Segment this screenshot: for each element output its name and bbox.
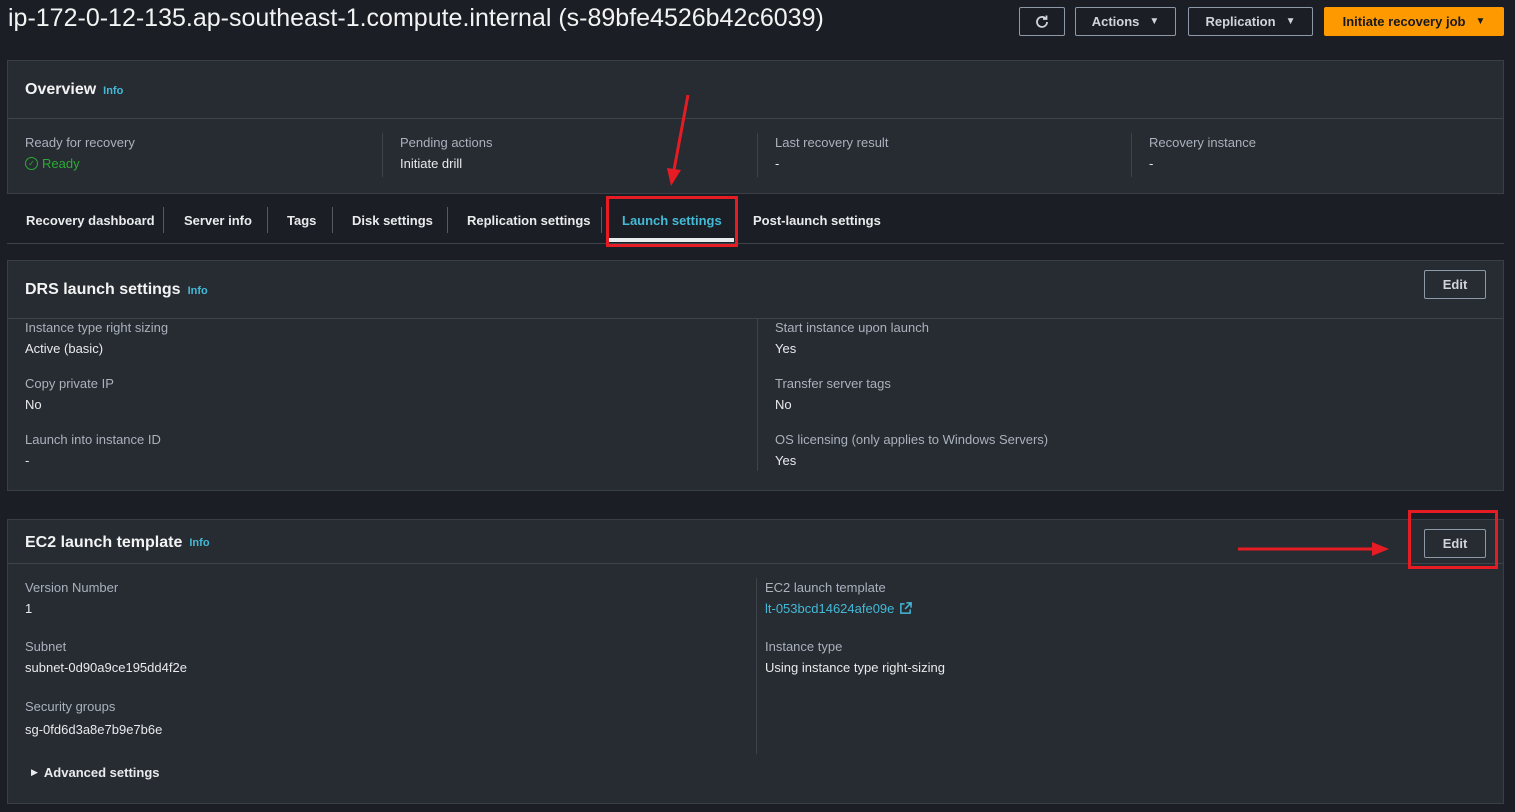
transfer-tags-value: No — [775, 397, 792, 412]
refresh-icon — [1036, 15, 1048, 28]
caret-down-icon: ▼ — [1285, 16, 1296, 27]
right-sizing-label: Instance type right sizing — [25, 320, 169, 335]
tab-replication-settings[interactable]: Replication settings — [467, 204, 591, 236]
check-circle-icon: ✓ — [25, 157, 38, 170]
tab-separator — [447, 207, 448, 233]
ec2-template-link[interactable]: lt-053bcd14624afe09e — [765, 601, 913, 616]
page-title: ip-172-0-12-135.ap-southeast-1.compute.i… — [8, 4, 824, 32]
tab-tags[interactable]: Tags — [287, 204, 316, 236]
pending-actions: Pending actions Initiate drill — [400, 135, 493, 171]
ec2-launch-template-panel: EC2 launch template Info Edit Version Nu… — [7, 519, 1504, 804]
subnet-label: Subnet — [25, 639, 67, 654]
transfer-tags-field: Transfer server tags No — [775, 376, 891, 412]
ec2-template-label: EC2 launch template — [765, 580, 886, 595]
edit-button-highlight-box — [1408, 510, 1498, 569]
start-instance-value: Yes — [775, 341, 797, 356]
actions-label: Actions — [1091, 14, 1140, 29]
tab-disk-settings[interactable]: Disk settings — [352, 204, 433, 236]
drs-launch-settings-panel: DRS launch settings Info Edit Instance t… — [7, 260, 1504, 491]
overview-panel: Overview Info Ready for recovery ✓ Ready… — [7, 60, 1504, 194]
divider — [757, 133, 758, 177]
ready-status-value: Ready — [42, 156, 80, 171]
version-field: Version Number 1 — [25, 580, 118, 616]
launch-into-instance-field: Launch into instance ID - — [25, 432, 161, 468]
tab-separator — [267, 207, 268, 233]
ec2-template-id: lt-053bcd14624afe09e — [765, 601, 895, 616]
launch-into-instance-label: Launch into instance ID — [25, 432, 161, 447]
os-licensing-value: Yes — [775, 453, 797, 468]
ec2-info-link[interactable]: Info — [189, 537, 209, 549]
ec2-template-field: EC2 launch template lt-053bcd14624afe09e — [765, 580, 913, 618]
recovery-instance-value: - — [1149, 156, 1154, 171]
version-label: Version Number — [25, 580, 119, 595]
replication-label: Replication — [1205, 14, 1276, 29]
ec2-title: EC2 launch template — [25, 533, 183, 551]
recovery-instance-label: Recovery instance — [1149, 135, 1256, 150]
last-recovery-result-value: - — [775, 156, 780, 171]
external-link-icon — [900, 602, 913, 614]
tab-recovery-dashboard[interactable]: Recovery dashboard — [26, 204, 155, 236]
initiate-recovery-job-button[interactable]: Initiate recovery job ▼ — [1324, 7, 1504, 36]
last-recovery-result-label: Last recovery result — [775, 135, 889, 150]
tab-separator — [163, 207, 164, 233]
drs-info-link[interactable]: Info — [188, 285, 208, 297]
divider — [757, 319, 758, 471]
start-instance-field: Start instance upon launch Yes — [775, 320, 929, 356]
os-licensing-field: OS licensing (only applies to Windows Se… — [775, 432, 1048, 468]
overview-info-link[interactable]: Info — [103, 85, 123, 97]
security-groups-field: Security groups sg-0fd6d3a8e7b9e7b6e — [25, 699, 162, 737]
drs-edit-button[interactable]: Edit — [1424, 270, 1486, 299]
subnet-field: Subnet subnet-0d90a9ce195dd4f2e — [25, 639, 187, 675]
transfer-tags-label: Transfer server tags — [775, 376, 891, 391]
version-value: 1 — [25, 601, 33, 616]
launch-settings-highlight-box — [606, 196, 738, 247]
tab-bar: Recovery dashboard Server info Tags Disk… — [7, 196, 1504, 244]
last-recovery-result: Last recovery result - — [775, 135, 888, 171]
security-groups-label: Security groups — [25, 699, 116, 714]
overview-header: Overview Info — [8, 61, 1503, 119]
replication-dropdown[interactable]: Replication ▼ — [1188, 7, 1313, 36]
drs-title: DRS launch settings — [25, 280, 181, 298]
instance-type-value: Using instance type right-sizing — [765, 660, 945, 675]
security-groups-value: sg-0fd6d3a8e7b9e7b6e — [25, 722, 163, 737]
os-licensing-label: OS licensing (only applies to Windows Se… — [775, 432, 1049, 447]
tab-separator — [332, 207, 333, 233]
ready-for-recovery-label: Ready for recovery — [25, 135, 135, 150]
overview-title: Overview — [25, 80, 97, 98]
right-sizing-value: Active (basic) — [25, 341, 104, 356]
actions-dropdown[interactable]: Actions ▼ — [1075, 7, 1176, 36]
recovery-instance: Recovery instance - — [1149, 135, 1256, 171]
drs-header: DRS launch settings Info Edit — [8, 261, 1503, 319]
caret-down-icon: ▼ — [1475, 16, 1486, 27]
ec2-header: EC2 launch template Info Edit — [8, 520, 1503, 564]
ready-status: ✓ Ready — [25, 156, 135, 171]
ready-for-recovery: Ready for recovery ✓ Ready — [25, 135, 135, 171]
copy-private-ip-value: No — [25, 397, 42, 412]
launch-into-instance-value: - — [25, 453, 30, 468]
tab-separator — [601, 207, 602, 233]
instance-type-field: Instance type Using instance type right-… — [765, 639, 945, 675]
caret-down-icon: ▼ — [1149, 16, 1160, 27]
initiate-recovery-job-label: Initiate recovery job — [1342, 14, 1466, 29]
divider — [1131, 133, 1132, 177]
right-sizing-field: Instance type right sizing Active (basic… — [25, 320, 168, 356]
pending-actions-value: Initiate drill — [400, 156, 463, 171]
refresh-button[interactable] — [1019, 7, 1065, 36]
instance-type-label: Instance type — [765, 639, 843, 654]
tab-server-info[interactable]: Server info — [184, 204, 252, 236]
divider — [756, 578, 757, 754]
copy-private-ip-field: Copy private IP No — [25, 376, 114, 412]
copy-private-ip-label: Copy private IP — [25, 376, 114, 391]
advanced-settings-label: Advanced settings — [43, 765, 160, 780]
divider — [382, 133, 383, 177]
pending-actions-label: Pending actions — [400, 135, 493, 150]
advanced-settings-expander[interactable]: ▶ Advanced settings — [31, 765, 160, 780]
tab-post-launch-settings[interactable]: Post-launch settings — [753, 204, 881, 236]
caret-right-icon: ▶ — [31, 767, 38, 777]
subnet-value: subnet-0d90a9ce195dd4f2e — [25, 660, 187, 675]
start-instance-label: Start instance upon launch — [775, 320, 929, 335]
